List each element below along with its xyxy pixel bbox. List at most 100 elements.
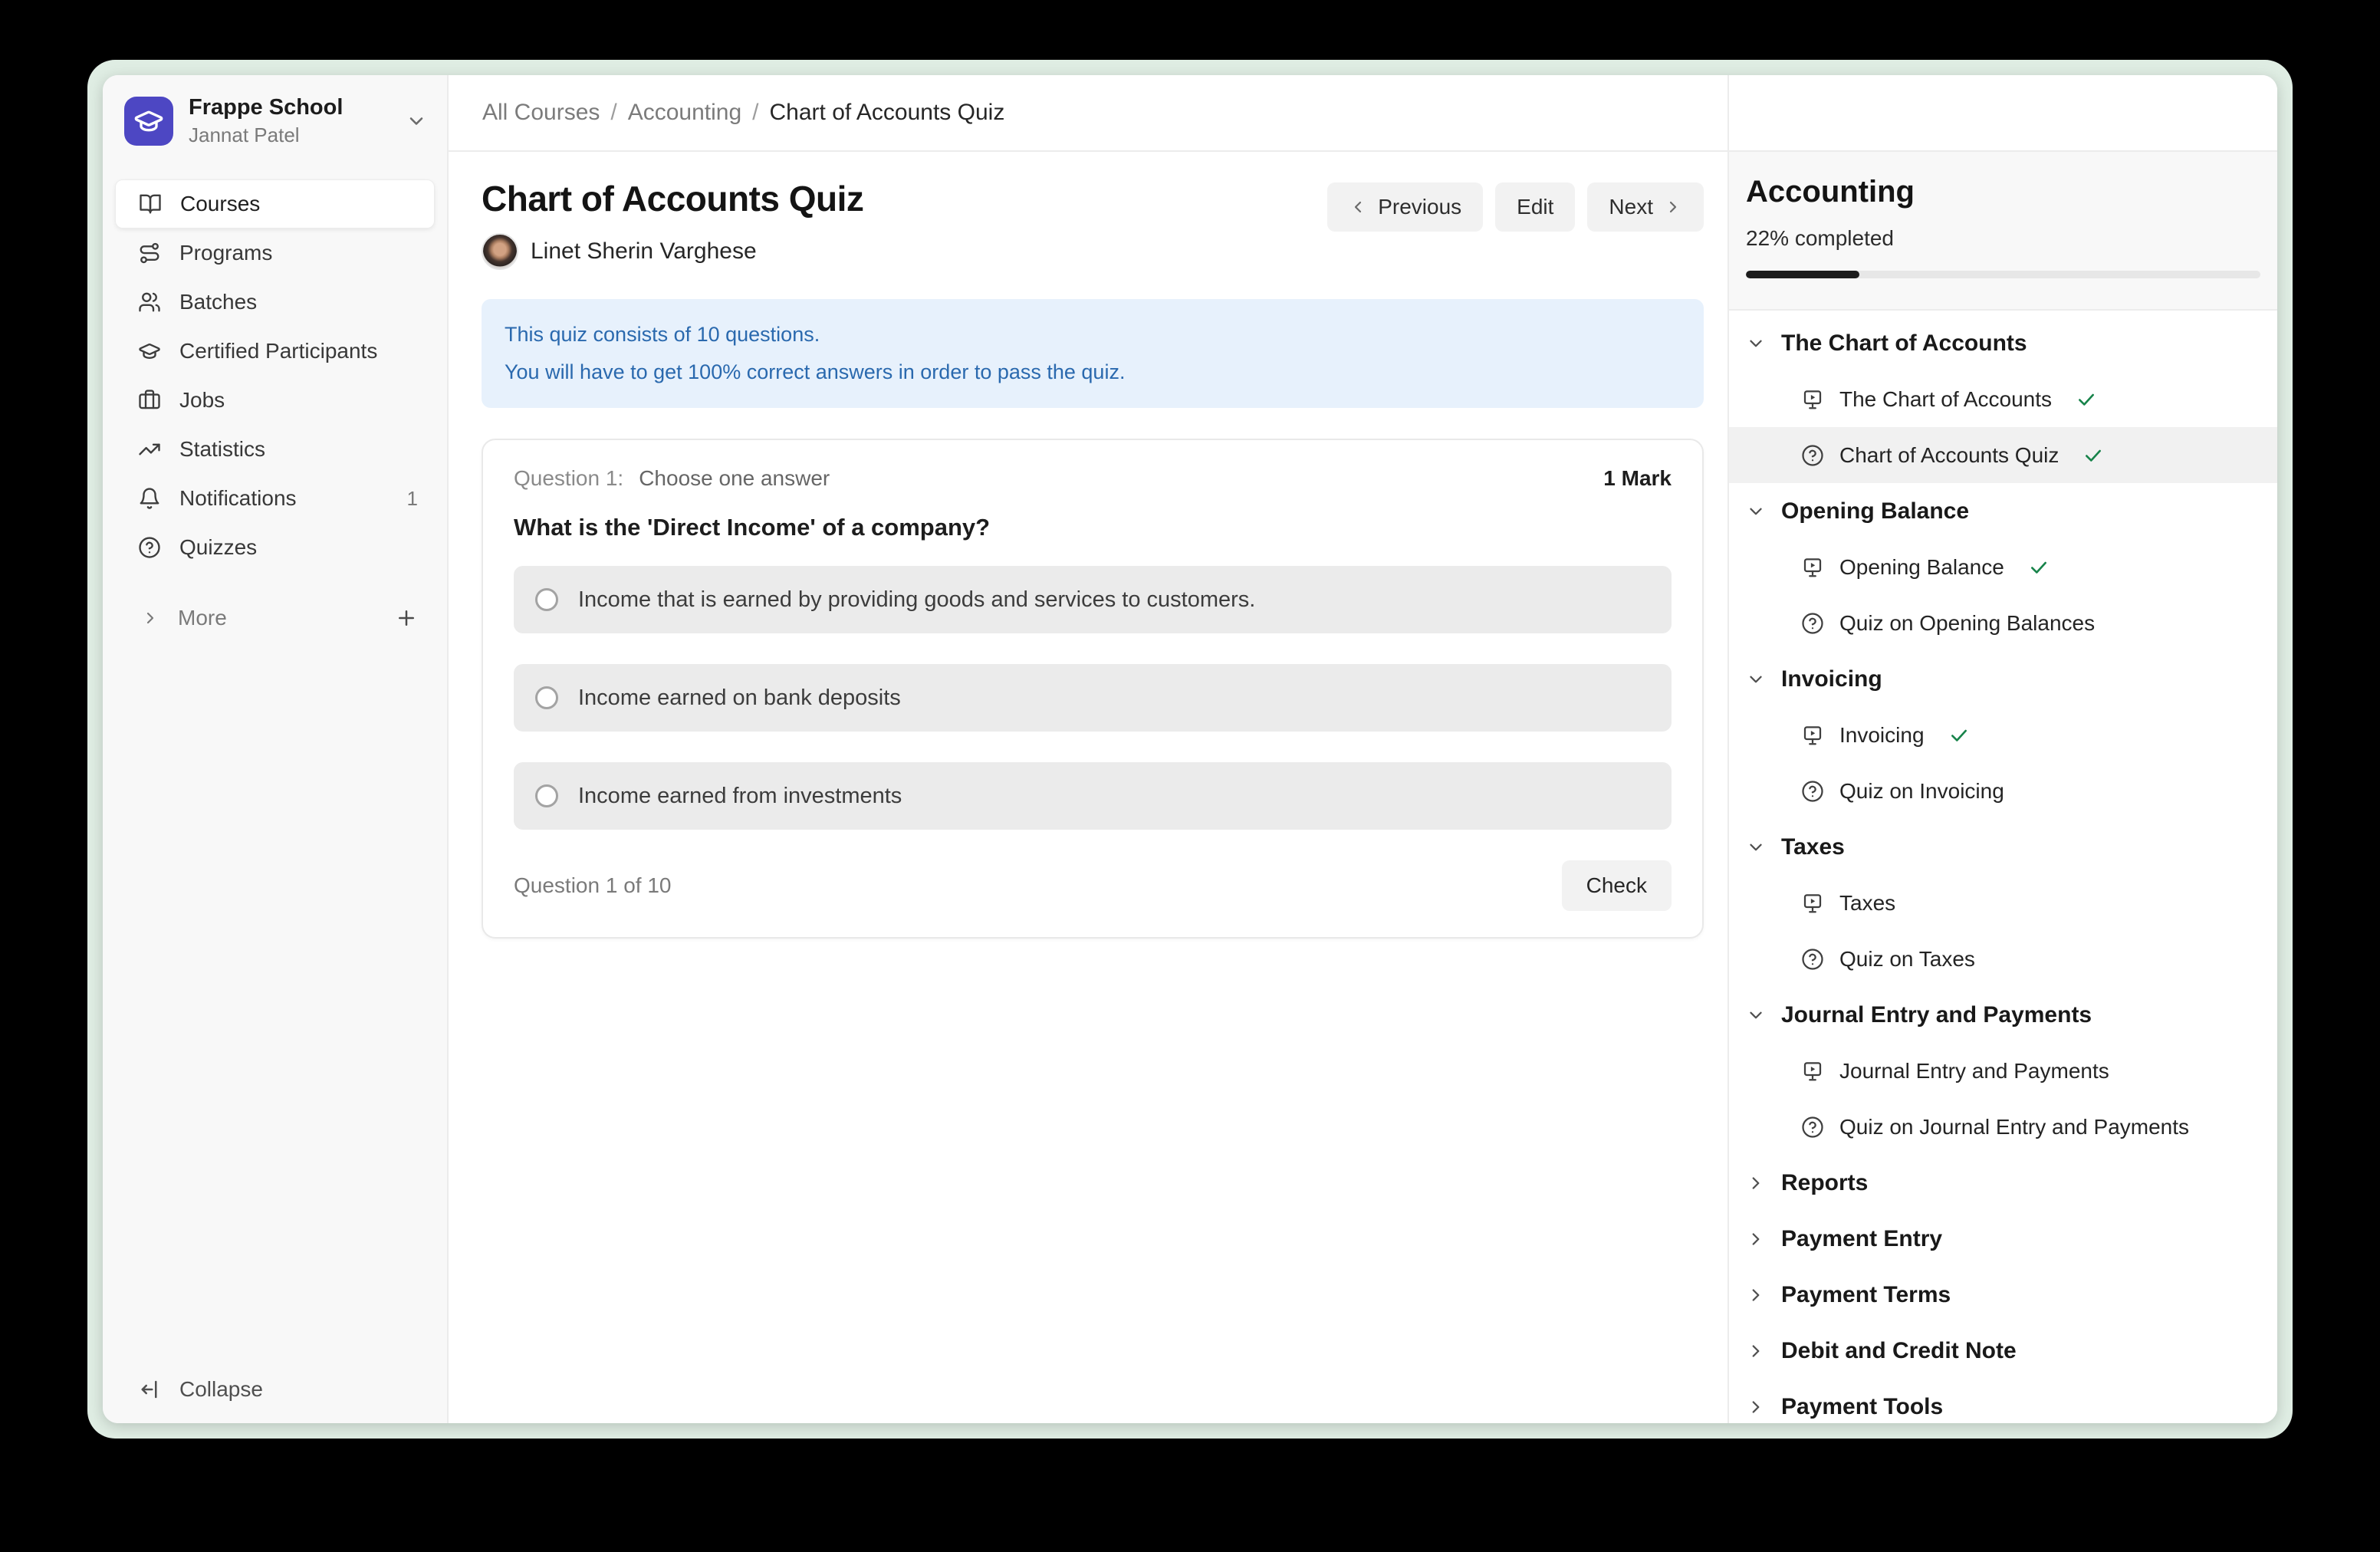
outline-item-label: Quiz on Opening Balances	[1839, 611, 2095, 636]
check-button[interactable]: Check	[1562, 860, 1672, 911]
outline-section-the-chart-of-accounts[interactable]: The Chart of Accounts	[1729, 315, 2277, 371]
answer-option-2[interactable]: Income earned on bank deposits	[514, 664, 1672, 732]
outline-item-quiz-on-journal-entry-and-payments[interactable]: Quiz on Journal Entry and Payments	[1729, 1099, 2277, 1155]
outline-item-chart-of-accounts-quiz[interactable]: Chart of Accounts Quiz	[1729, 427, 2277, 483]
panel-top-spacer	[1729, 75, 2277, 152]
outline-item-quiz-on-invoicing[interactable]: Quiz on Invoicing	[1729, 763, 2277, 819]
chevron-down-icon	[406, 110, 427, 132]
outline-item-quiz-on-taxes[interactable]: Quiz on Taxes	[1729, 931, 2277, 987]
sidebar-item-label: Programs	[179, 241, 272, 265]
radio-button[interactable]	[535, 784, 558, 807]
outline-section-label: Journal Entry and Payments	[1781, 1002, 2092, 1028]
sidebar-item-batches[interactable]: Batches	[115, 278, 435, 327]
route-icon	[138, 242, 161, 265]
outline-section-debit-and-credit-note[interactable]: Debit and Credit Note	[1729, 1323, 2277, 1379]
sidebar-more-label: More	[178, 606, 227, 630]
outline-item-label: Quiz on Journal Entry and Payments	[1839, 1115, 2189, 1139]
user-name: Jannat Patel	[189, 123, 390, 147]
outline-item-label: Invoicing	[1839, 723, 1925, 748]
outline-section-taxes[interactable]: Taxes	[1729, 819, 2277, 875]
sidebar-item-statistics[interactable]: Statistics	[115, 425, 435, 474]
outline-section-label: Opening Balance	[1781, 498, 1969, 524]
edit-button[interactable]: Edit	[1495, 182, 1575, 232]
sidebar-more-button[interactable]: More	[103, 594, 447, 643]
outline-section-payment-tools[interactable]: Payment Tools	[1729, 1379, 2277, 1423]
question-instruction: Choose one answer	[639, 466, 830, 491]
sidebar-item-label: Batches	[179, 290, 257, 314]
outline-item-opening-balance[interactable]: Opening Balance	[1729, 539, 2277, 595]
answer-option-label: Income earned on bank deposits	[578, 686, 901, 711]
outline-item-label: Chart of Accounts Quiz	[1839, 443, 2059, 468]
users-icon	[138, 291, 161, 314]
outline-item-quiz-on-opening-balances[interactable]: Quiz on Opening Balances	[1729, 595, 2277, 651]
outline-section-payment-entry[interactable]: Payment Entry	[1729, 1211, 2277, 1267]
answer-option-label: Income earned from investments	[578, 784, 902, 809]
completed-check-icon	[2029, 557, 2049, 577]
outline-section-label: Payment Entry	[1781, 1226, 1942, 1252]
previous-label: Previous	[1378, 195, 1461, 219]
quiz-icon	[1801, 780, 1824, 803]
book-open-icon	[139, 192, 162, 215]
outline-item-taxes[interactable]: Taxes	[1729, 875, 2277, 931]
sidebar-item-jobs[interactable]: Jobs	[115, 376, 435, 425]
outline-section-reports[interactable]: Reports	[1729, 1155, 2277, 1211]
outline-item-invoicing[interactable]: Invoicing	[1729, 707, 2277, 763]
lesson-icon	[1801, 724, 1824, 747]
chevron-down-icon	[1746, 669, 1766, 689]
sidebar-item-notifications[interactable]: Notifications1	[115, 474, 435, 523]
breadcrumb-accounting[interactable]: Accounting	[628, 100, 741, 126]
collapse-icon	[140, 1378, 163, 1401]
page-title: Chart of Accounts Quiz	[482, 178, 863, 219]
edit-label: Edit	[1517, 195, 1553, 219]
breadcrumb-all-courses[interactable]: All Courses	[482, 100, 600, 126]
desktop-background: Frappe School Jannat Patel Courses Progra…	[0, 0, 2380, 1552]
answer-option-1[interactable]: Income that is earned by providing goods…	[514, 566, 1672, 633]
breadcrumb-separator: /	[752, 100, 758, 126]
breadcrumb: All Courses / Accounting / Chart of Acco…	[449, 75, 1727, 152]
outline-section-invoicing[interactable]: Invoicing	[1729, 651, 2277, 707]
answer-option-3[interactable]: Income earned from investments	[514, 762, 1672, 830]
breadcrumb-separator: /	[610, 100, 616, 126]
course-progress-text: 22% completed	[1746, 226, 2260, 251]
lesson-icon	[1801, 388, 1824, 411]
outline-section-opening-balance[interactable]: Opening Balance	[1729, 483, 2277, 539]
main-area: All Courses / Accounting / Chart of Acco…	[449, 75, 1727, 1423]
sidebar-item-courses[interactable]: Courses	[115, 179, 435, 229]
graduation-cap-icon	[138, 340, 161, 363]
outline-item-the-chart-of-accounts[interactable]: The Chart of Accounts	[1729, 371, 2277, 427]
frappe-school-logo-icon	[124, 97, 173, 146]
outline-section-label: Payment Terms	[1781, 1282, 1951, 1308]
add-button[interactable]	[395, 607, 418, 630]
workspace-switcher[interactable]: Frappe School Jannat Patel	[124, 95, 432, 147]
outline-section-payment-terms[interactable]: Payment Terms	[1729, 1267, 2277, 1323]
quiz-icon	[1801, 948, 1824, 971]
sidebar-item-label: Quizzes	[179, 535, 257, 560]
lesson-icon	[1801, 1060, 1824, 1083]
help-circle-icon	[138, 536, 161, 559]
next-button[interactable]: Next	[1587, 182, 1704, 232]
radio-button[interactable]	[535, 588, 558, 611]
quiz-icon	[1801, 444, 1824, 467]
sidebar-collapse-button[interactable]: Collapse	[103, 1377, 447, 1423]
chevron-right-icon	[1746, 1173, 1766, 1193]
sidebar-item-certified-participants[interactable]: Certified Participants	[115, 327, 435, 376]
sidebar-item-label: Notifications	[179, 486, 297, 511]
banner-line-1: This quiz consists of 10 questions.	[505, 316, 1681, 353]
chevron-right-icon	[1746, 1229, 1766, 1249]
outline-item-label: The Chart of Accounts	[1839, 387, 2052, 412]
radio-button[interactable]	[535, 686, 558, 709]
sidebar-item-quizzes[interactable]: Quizzes	[115, 523, 435, 572]
outline-item-journal-entry-and-payments[interactable]: Journal Entry and Payments	[1729, 1043, 2277, 1099]
outline-section-journal-entry-and-payments[interactable]: Journal Entry and Payments	[1729, 987, 2277, 1043]
outline-item-label: Opening Balance	[1839, 555, 2004, 580]
question-marks: 1 Mark	[1603, 466, 1672, 491]
next-label: Next	[1609, 195, 1653, 219]
course-outline-list: The Chart of Accounts The Chart of Accoun…	[1729, 311, 2277, 1423]
question-card: Question 1: Choose one answer 1 Mark Wha…	[482, 439, 1704, 939]
chevron-left-icon	[1349, 198, 1367, 216]
previous-button[interactable]: Previous	[1327, 182, 1483, 232]
outline-section-label: The Chart of Accounts	[1781, 330, 2027, 357]
completed-check-icon	[2083, 446, 2103, 465]
collapse-label: Collapse	[179, 1377, 263, 1402]
sidebar-item-programs[interactable]: Programs	[115, 229, 435, 278]
